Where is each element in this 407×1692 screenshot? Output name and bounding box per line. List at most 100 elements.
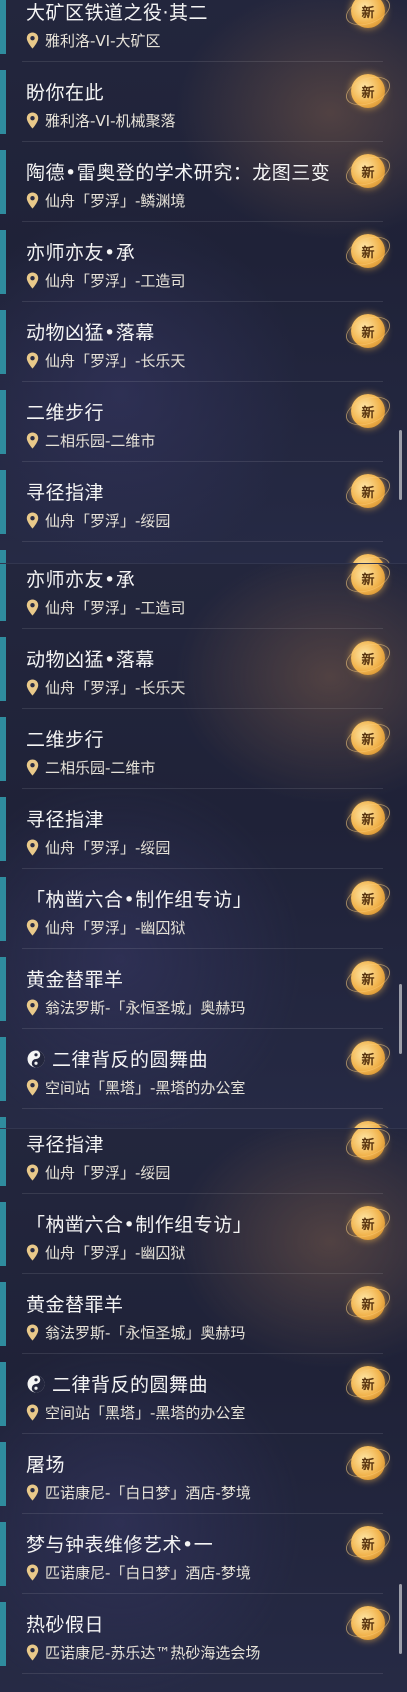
quest-item[interactable]: 亦师亦友•承 仙舟「罗浮」-工造司 新	[0, 222, 407, 302]
new-badge-icon: 新	[351, 961, 385, 995]
quest-accent-bar	[0, 717, 6, 781]
quest-location-text: 雅利洛-VI-大矿区	[45, 32, 161, 50]
new-badge-icon: 新	[351, 554, 385, 563]
new-badge-icon: 新	[351, 394, 385, 428]
quest-title: 亦师亦友•承	[26, 238, 135, 265]
quest-type-icon	[27, 1050, 45, 1067]
quest-list-panel-3: 寻径指津 仙舟「罗浮」-绥园 新 「枘凿六合•制作组专访」 仙舟「罗浮」-幽囚狱…	[0, 1128, 407, 1692]
quest-item[interactable]: 寻径指津 仙舟「罗浮」-绥园 新	[0, 1129, 407, 1194]
new-badge-icon: 新	[351, 74, 385, 108]
new-badge-label: 新	[361, 812, 375, 828]
quest-accent-bar	[0, 1522, 6, 1586]
location-pin-icon	[26, 352, 39, 369]
quest-item[interactable]: 亦师亦友•承 仙舟「罗浮」-工造司 新	[0, 564, 407, 629]
quest-location-text: 仙舟「罗浮」-长乐天	[45, 352, 186, 370]
new-badge-label: 新	[361, 1457, 375, 1473]
quest-location-text: 空间站「黑塔」-黑塔的办公室	[45, 1404, 246, 1422]
quest-accent-bar	[0, 1037, 6, 1101]
quest-accent-bar	[0, 1602, 6, 1666]
quest-location: 雅利洛-VI-机械聚落	[26, 110, 176, 131]
new-badge-icon: 新	[351, 1286, 385, 1320]
quest-item[interactable]: 寻径指津 仙舟「罗浮」-绥园 新	[0, 462, 407, 542]
new-badge-label: 新	[361, 485, 375, 501]
quest-title: 寻径指津	[26, 1130, 104, 1157]
quest-accent-bar	[0, 797, 6, 861]
quest-title: 亦师亦友•承	[26, 565, 135, 592]
quest-item[interactable]: 「枘凿六合•制作组专访」 仙舟「罗浮」-幽囚狱 新	[0, 542, 407, 563]
quest-item[interactable]: 屠场 匹诺康尼-「白日梦」酒店-梦境 新	[0, 1434, 407, 1514]
quest-location-text: 翁法罗斯-「永恒圣城」奥赫玛	[45, 999, 246, 1017]
quest-title-text: 梦与钟表维修艺术•一	[26, 1534, 214, 1556]
quest-item[interactable]: 屠场 匹诺康尼-「白日梦」酒店-梦境 新	[0, 1109, 407, 1128]
quest-location-text: 仙舟「罗浮」-鳞渊境	[45, 192, 186, 210]
quest-title: 黄金替罪羊	[26, 965, 124, 992]
quest-title: 大矿区铁道之役·其二	[26, 0, 208, 25]
new-badge-label: 新	[361, 85, 375, 101]
new-badge-icon: 新	[351, 1446, 385, 1480]
location-pin-icon	[26, 919, 39, 936]
quest-title-text: 陶德•雷奥登的学术研究：龙图三变	[26, 162, 331, 184]
new-badge-icon: 新	[351, 801, 385, 835]
scrollbar[interactable]	[399, 1584, 402, 1654]
new-badge-label: 新	[361, 652, 375, 668]
new-badge-icon: 新	[351, 881, 385, 915]
quest-location-text: 仙舟「罗浮」-幽囚狱	[45, 1244, 186, 1262]
quest-location-text: 仙舟「罗浮」-长乐天	[45, 679, 186, 697]
quest-title: 屠场	[26, 1450, 65, 1477]
quest-item[interactable]: 盼你在此 雅利洛-VI-机械聚落 新	[0, 62, 407, 142]
quest-item[interactable]: 黄金替罪羊 翁法罗斯-「永恒圣城」奥赫玛 新	[0, 949, 407, 1029]
location-pin-icon	[26, 599, 39, 616]
quest-accent-bar	[0, 150, 6, 214]
new-badge-label: 新	[361, 245, 375, 261]
quest-accent-bar	[0, 70, 6, 134]
location-pin-icon	[26, 112, 39, 129]
location-pin-icon	[26, 432, 39, 449]
new-badge-label: 新	[361, 1217, 375, 1233]
quest-title: 二律背反的圆舞曲	[26, 1045, 208, 1072]
quest-location: 匹诺康尼-「白日梦」酒店-梦境	[26, 1482, 251, 1503]
quest-accent-bar	[0, 957, 6, 1021]
quest-list: 寻径指津 仙舟「罗浮」-绥园 新 「枘凿六合•制作组专访」 仙舟「罗浮」-幽囚狱…	[0, 1129, 407, 1674]
quest-item[interactable]: 动物凶猛•落幕 仙舟「罗浮」-长乐天 新	[0, 302, 407, 382]
quest-location-text: 仙舟「罗浮」-绥园	[45, 1164, 171, 1182]
quest-location: 翁法罗斯-「永恒圣城」奥赫玛	[26, 997, 245, 1018]
quest-location: 二相乐园-二维市	[26, 430, 155, 451]
new-badge-icon: 新	[351, 1526, 385, 1560]
quest-item[interactable]: 黄金替罪羊 翁法罗斯-「永恒圣城」奥赫玛 新	[0, 1274, 407, 1354]
quest-item[interactable]: 二律背反的圆舞曲 空间站「黑塔」-黑塔的办公室 新	[0, 1029, 407, 1109]
quest-item[interactable]: 梦与钟表维修艺术•一 匹诺康尼-「白日梦」酒店-梦境 新	[0, 1514, 407, 1594]
quest-location-text: 匹诺康尼-苏乐达™热砂海选会场	[45, 1644, 261, 1662]
quest-item[interactable]: 二维步行 二相乐园-二维市 新	[0, 382, 407, 462]
quest-item[interactable]: 「枘凿六合•制作组专访」 仙舟「罗浮」-幽囚狱 新	[0, 1194, 407, 1274]
quest-title: 「枘凿六合•制作组专访」	[26, 885, 252, 912]
scrollbar[interactable]	[399, 984, 402, 1054]
quest-item[interactable]: 二律背反的圆舞曲 空间站「黑塔」-黑塔的办公室 新	[0, 1354, 407, 1434]
quest-item[interactable]: 大矿区铁道之役·其二 雅利洛-VI-大矿区 新	[0, 0, 407, 62]
quest-accent-bar	[0, 470, 6, 534]
quest-accent-bar	[0, 1282, 6, 1346]
new-badge-label: 新	[361, 572, 375, 588]
new-badge-icon: 新	[351, 564, 385, 595]
quest-location-text: 仙舟「罗浮」-工造司	[45, 599, 186, 617]
quest-location: 仙舟「罗浮」-绥园	[26, 1162, 170, 1183]
location-pin-icon	[26, 1244, 39, 1261]
location-pin-icon	[26, 192, 39, 209]
new-badge-icon: 新	[351, 314, 385, 348]
quest-item[interactable]: 寻径指津 仙舟「罗浮」-绥园 新	[0, 789, 407, 869]
new-badge-label: 新	[361, 892, 375, 908]
scrollbar[interactable]	[399, 430, 402, 500]
quest-item[interactable]: 陶德•雷奥登的学术研究：龙图三变 仙舟「罗浮」-鳞渊境 新	[0, 142, 407, 222]
quest-title-text: 寻径指津	[26, 809, 105, 831]
quest-item[interactable]: 动物凶猛•落幕 仙舟「罗浮」-长乐天 新	[0, 629, 407, 709]
quest-location-text: 翁法罗斯-「永恒圣城」奥赫玛	[45, 1324, 246, 1342]
quest-location: 空间站「黑塔」-黑塔的办公室	[26, 1077, 245, 1098]
quest-item[interactable]: 二维步行 二相乐园-二维市 新	[0, 709, 407, 789]
new-badge-label: 新	[361, 405, 375, 421]
quest-item[interactable]: 热砂假日 匹诺康尼-苏乐达™热砂海选会场 新	[0, 1594, 407, 1674]
quest-location: 仙舟「罗浮」-长乐天	[26, 350, 185, 371]
quest-title: 热砂假日	[26, 1610, 104, 1637]
quest-item[interactable]: 「枘凿六合•制作组专访」 仙舟「罗浮」-幽囚狱 新	[0, 869, 407, 949]
quest-title: 盼你在此	[26, 78, 104, 105]
quest-list: 大矿区铁道之役·其二 雅利洛-VI-大矿区 新 盼你在此 雅利洛-VI-机械聚落…	[0, 0, 407, 563]
quest-accent-bar	[0, 390, 6, 454]
